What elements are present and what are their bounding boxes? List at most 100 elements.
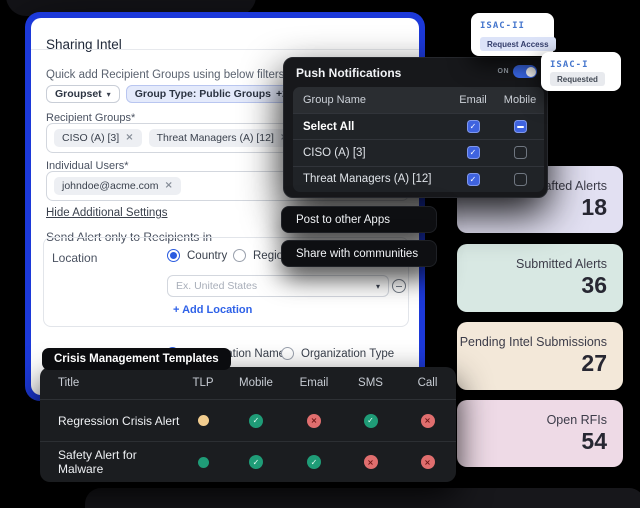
call-cell: × bbox=[399, 414, 456, 428]
cross-icon: × bbox=[421, 455, 435, 469]
mobile-checkbox[interactable] bbox=[514, 173, 527, 186]
pending-intel-submissions-card[interactable]: Pending Intel Submissions 27 bbox=[457, 322, 623, 390]
close-icon[interactable]: × bbox=[125, 133, 133, 143]
organization-type-radio[interactable] bbox=[281, 347, 294, 360]
cross-icon: × bbox=[421, 414, 435, 428]
mobile-checkbox[interactable] bbox=[514, 120, 527, 133]
push-table-header: Group Name Email Mobile bbox=[293, 87, 544, 113]
crisis-templates-tab: Crisis Management Templates bbox=[42, 348, 231, 370]
add-location-link[interactable]: + Add Location bbox=[173, 304, 252, 316]
push-group-row: Select All ✓ bbox=[293, 113, 544, 139]
modal-subtitle: Quick add Recipient Groups using below f… bbox=[46, 69, 284, 81]
mobile-cell: ✓ bbox=[226, 455, 286, 469]
push-groups-table: Group Name Email Mobile Select All✓CISO … bbox=[293, 87, 544, 192]
submitted-alerts-card[interactable]: Submitted Alerts 36 bbox=[457, 244, 623, 312]
email-cell: ✓ bbox=[286, 455, 342, 469]
push-group-row: Threat Managers (A) [12] ✓ bbox=[293, 166, 544, 192]
email-column-header: Email bbox=[450, 94, 496, 106]
email-checkbox[interactable]: ✓ bbox=[467, 146, 480, 159]
isac-i-card: ISAC-I Requested bbox=[541, 52, 621, 91]
groupset-filter-button[interactable]: Groupset ▾ bbox=[46, 85, 120, 103]
crisis-template-row[interactable]: Regression Crisis Alert✓×✓× bbox=[40, 400, 456, 441]
email-checkbox[interactable]: ✓ bbox=[467, 173, 480, 186]
check-icon: ✓ bbox=[249, 455, 263, 469]
submitted-alerts-label: Submitted Alerts bbox=[516, 257, 607, 271]
close-icon[interactable]: × bbox=[164, 181, 172, 191]
mobile-checkbox[interactable] bbox=[514, 146, 527, 159]
country-radio-label: Country bbox=[187, 250, 227, 262]
mobile-cell: ✓ bbox=[226, 414, 286, 428]
crisis-column-header-call: Call bbox=[399, 377, 456, 389]
crisis-column-header-title: Title bbox=[58, 377, 180, 389]
individual-user-chip-label: johndoe@acme.com bbox=[62, 180, 158, 192]
call-cell: × bbox=[399, 455, 456, 469]
tlp-cell bbox=[180, 457, 226, 468]
push-group-name: Threat Managers (A) [12] bbox=[303, 173, 450, 185]
isac-i-logo: ISAC-I bbox=[550, 60, 589, 70]
mobile-column-header: Mobile bbox=[496, 94, 544, 106]
tlp-dot bbox=[198, 457, 209, 468]
country-radio[interactable] bbox=[167, 249, 180, 262]
sms-cell: ✓ bbox=[342, 414, 399, 428]
push-toggle[interactable] bbox=[513, 65, 537, 78]
crisis-template-title: Safety Alert for Malware bbox=[58, 448, 180, 476]
pending-intel-submissions-value: 27 bbox=[581, 350, 607, 377]
crisis-template-row[interactable]: Safety Alert for Malware ✓ ✓ × × bbox=[40, 441, 456, 482]
crisis-column-header-email: Email bbox=[286, 377, 342, 389]
push-notifications-panel: Push Notifications ON Group Name Email M… bbox=[283, 57, 548, 198]
check-icon: ✓ bbox=[249, 414, 263, 428]
crisis-column-header-tlp: TLP bbox=[180, 377, 226, 389]
isac-ii-logo: ISAC-II bbox=[480, 21, 525, 31]
push-group-name: Select All bbox=[303, 121, 450, 133]
location-label: Location bbox=[52, 251, 97, 265]
share-with-communities-button[interactable]: Share with communities bbox=[281, 240, 437, 267]
recipient-group-chip: Threat Managers (A) [12]× bbox=[149, 129, 297, 147]
submitted-alerts-value: 36 bbox=[581, 272, 607, 299]
cross-icon: × bbox=[364, 455, 378, 469]
email-checkbox[interactable]: ✓ bbox=[467, 120, 480, 133]
isac-ii-card: ISAC-II Request Access bbox=[471, 13, 554, 56]
push-notifications-title: Push Notifications bbox=[296, 66, 401, 80]
chevron-down-icon: ▾ bbox=[376, 282, 380, 291]
mobile-cell bbox=[496, 120, 544, 133]
open-rfis-label: Open RFIs bbox=[547, 413, 607, 427]
push-group-name: CISO (A) [3] bbox=[303, 147, 450, 159]
screen: Sharing Intel Quick add Recipient Groups… bbox=[0, 0, 640, 508]
region-radio[interactable] bbox=[233, 249, 246, 262]
recipient-group-chip-label: CISO (A) [3] bbox=[62, 132, 119, 144]
email-cell: ✓ bbox=[450, 173, 496, 186]
open-rfis-value: 54 bbox=[581, 428, 607, 455]
title-divider bbox=[31, 49, 419, 50]
chevron-down-icon: ▾ bbox=[107, 90, 111, 99]
post-to-other-apps-button[interactable]: Post to other Apps bbox=[281, 206, 437, 233]
group-type-filter-button[interactable]: Group Type: Public Groups +2 ▾ bbox=[126, 85, 306, 103]
organization-type-radio-label: Organization Type bbox=[301, 348, 394, 360]
location-select[interactable]: Ex. United States ▾ bbox=[167, 275, 389, 297]
location-select-placeholder: Ex. United States bbox=[176, 280, 257, 292]
tlp-cell bbox=[180, 415, 226, 426]
groupset-filter-label: Groupset bbox=[55, 88, 102, 100]
backdrop-window-bottom bbox=[85, 488, 640, 508]
remove-location-icon[interactable] bbox=[392, 279, 406, 293]
mobile-cell bbox=[496, 146, 544, 159]
open-rfis-card[interactable]: Open RFIs 54 bbox=[457, 400, 623, 467]
check-icon: ✓ bbox=[364, 414, 378, 428]
recipient-group-chip: CISO (A) [3] × bbox=[54, 129, 142, 147]
crisis-table-header: TitleTLPMobileEmailSMSCall bbox=[40, 367, 456, 400]
group-name-column-header: Group Name bbox=[303, 94, 450, 106]
group-type-filter-label: Group Type: Public Groups bbox=[135, 88, 271, 100]
tlp-dot bbox=[198, 415, 209, 426]
sms-cell: × bbox=[342, 455, 399, 469]
email-cell: × bbox=[286, 414, 342, 428]
cross-icon: × bbox=[307, 414, 321, 428]
hide-additional-settings-link[interactable]: Hide Additional Settings bbox=[46, 207, 167, 219]
email-cell: ✓ bbox=[450, 120, 496, 133]
individual-user-chip: johndoe@acme.com × bbox=[54, 177, 181, 195]
check-icon: ✓ bbox=[307, 455, 321, 469]
push-group-row: CISO (A) [3] ✓ bbox=[293, 139, 544, 165]
mobile-cell bbox=[496, 173, 544, 186]
requested-button[interactable]: Requested bbox=[550, 72, 605, 86]
email-cell: ✓ bbox=[450, 146, 496, 159]
request-access-button[interactable]: Request Access bbox=[480, 37, 556, 51]
drafted-alerts-value: 18 bbox=[581, 194, 607, 221]
